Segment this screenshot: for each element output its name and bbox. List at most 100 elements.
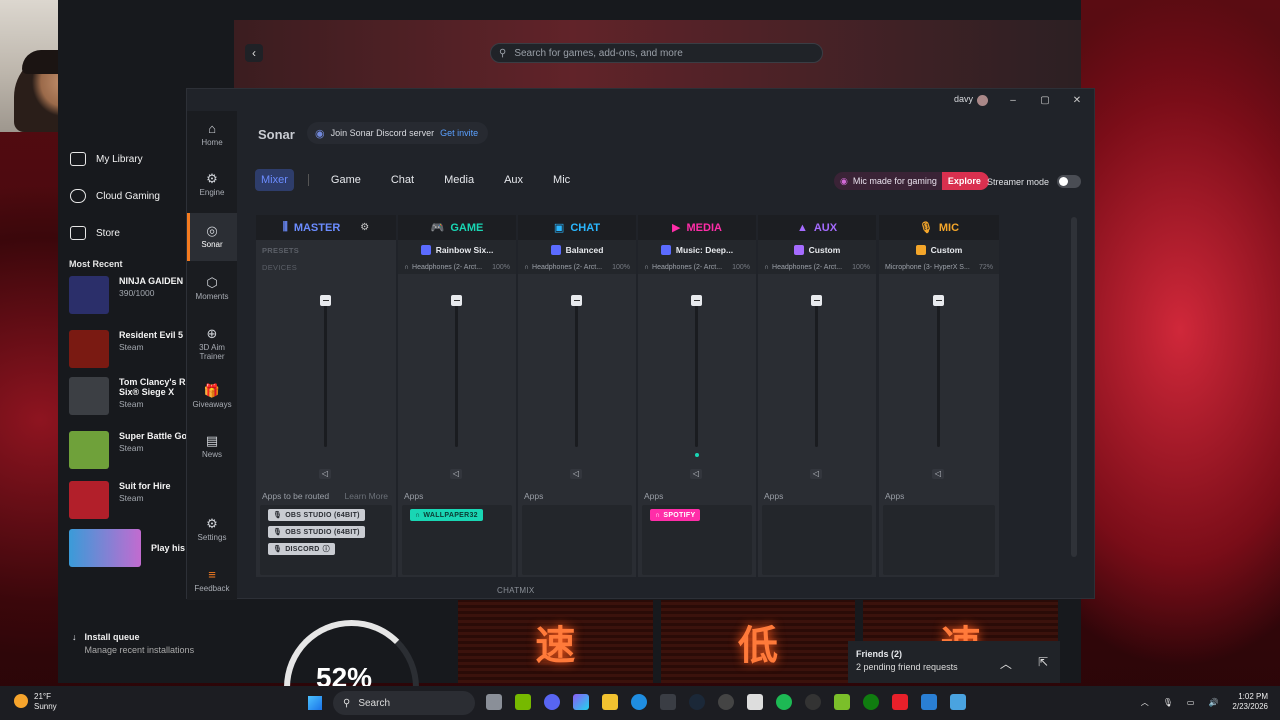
- tab-chat[interactable]: Chat: [385, 169, 420, 191]
- mic-promo-banner[interactable]: ◉ Mic made for gaming Explore: [834, 172, 989, 190]
- tab-mic[interactable]: Mic: [547, 169, 576, 191]
- install-queue[interactable]: ↓ Install queue Manage recent installatio…: [72, 632, 194, 655]
- tab-game[interactable]: Game: [325, 169, 367, 191]
- nav-moments[interactable]: ⬡ Moments: [187, 265, 237, 313]
- get-invite-link[interactable]: Get invite: [440, 128, 478, 138]
- nav-aim-trainer[interactable]: ⊕ 3D Aim Trainer: [187, 317, 237, 371]
- edge-icon[interactable]: [631, 694, 647, 710]
- recent-game[interactable]: Tom Clancy's R Six® Siege X Steam: [69, 377, 189, 415]
- app-icon[interactable]: [921, 694, 937, 710]
- nav-cloud-gaming[interactable]: Cloud Gaming: [70, 189, 160, 203]
- preset-selector[interactable]: Music: Deep...: [638, 240, 756, 260]
- mute-speaker-icon[interactable]: ◁: [810, 469, 822, 479]
- app-icon[interactable]: [834, 694, 850, 710]
- windows-start-icon[interactable]: [308, 696, 322, 710]
- volume-slider-handle[interactable]: [691, 295, 702, 306]
- task-view-icon[interactable]: [486, 694, 502, 710]
- volume-slider-handle[interactable]: [571, 295, 582, 306]
- master-settings-gear-icon[interactable]: ⚙: [360, 222, 369, 233]
- nav-engine[interactable]: ⚙ Engine: [187, 161, 237, 209]
- scrollbar[interactable]: [1071, 217, 1077, 557]
- streamer-mode-toggle[interactable]: [1057, 175, 1082, 188]
- steelseries-icon[interactable]: [747, 694, 763, 710]
- 4k-video-icon[interactable]: [805, 694, 821, 710]
- app-chip[interactable]: 🎙 OBS STUDIO (64BIT): [268, 526, 365, 538]
- volume-track[interactable]: [324, 301, 327, 447]
- weather-widget[interactable]: 21°F Sunny: [14, 692, 57, 711]
- tab-aux[interactable]: Aux: [498, 169, 529, 191]
- recent-game[interactable]: Suit for Hire Steam: [69, 481, 171, 519]
- recent-game[interactable]: NINJA GAIDEN 390/1000: [69, 276, 183, 314]
- volume-slider-handle[interactable]: [933, 295, 944, 306]
- volume-track[interactable]: [815, 301, 818, 447]
- mute-speaker-icon[interactable]: ◁: [690, 469, 702, 479]
- chevron-up-icon[interactable]: ︿: [1000, 655, 1012, 672]
- recent-game[interactable]: Super Battle Go Steam: [69, 431, 187, 469]
- taskbar-search[interactable]: ⚲ Search: [333, 691, 475, 715]
- app-chip[interactable]: 🎙 OBS STUDIO (64BIT): [268, 509, 365, 521]
- mute-speaker-icon[interactable]: ◁: [570, 469, 582, 479]
- popout-icon[interactable]: ⇱: [1038, 655, 1048, 672]
- volume-track[interactable]: [575, 301, 578, 447]
- volume-slider-handle[interactable]: [811, 295, 822, 306]
- nav-giveaways[interactable]: 🎁 Giveaways: [187, 373, 237, 421]
- friends-panel[interactable]: Friends (2) 2 pending friend requests ︿ ⇱: [848, 641, 1060, 683]
- nav-store[interactable]: Store: [70, 226, 120, 240]
- nav-sonar[interactable]: ◎ Sonar: [187, 213, 237, 261]
- tab-mixer[interactable]: Mixer: [255, 169, 294, 191]
- device-selector[interactable]: ∩ Headphones (2- Arct... 100%: [638, 260, 756, 274]
- nav-home[interactable]: ⌂ Home: [187, 111, 237, 159]
- preset-selector[interactable]: Balanced: [518, 240, 636, 260]
- clock[interactable]: 1:02 PM 2/23/2026: [1232, 692, 1268, 713]
- recent-game[interactable]: Resident Evil 5 Steam: [69, 330, 183, 368]
- volume-icon[interactable]: 🔊: [1208, 698, 1218, 707]
- apps-drop-zone[interactable]: [762, 505, 872, 575]
- featured-tile[interactable]: 速: [458, 600, 653, 683]
- maximize-button[interactable]: ▢: [1038, 95, 1052, 106]
- nav-feedback[interactable]: ≡ Feedback: [187, 557, 237, 605]
- preset-selector[interactable]: Custom: [758, 240, 876, 260]
- app-chip[interactable]: ∩ WALLPAPER32: [410, 509, 483, 521]
- volume-track[interactable]: [695, 301, 698, 447]
- store-search-input[interactable]: ⚲ Search for games, add-ons, and more: [490, 43, 823, 63]
- minimize-button[interactable]: –: [1006, 95, 1020, 106]
- apps-drop-zone[interactable]: ∩ WALLPAPER32: [402, 505, 512, 575]
- nvidia-icon[interactable]: [515, 694, 531, 710]
- device-selector[interactable]: ∩ Headphones (2- Arct... 100%: [398, 260, 516, 274]
- nav-settings[interactable]: ⚙ Settings: [187, 506, 237, 554]
- microphone-icon[interactable]: 🎙: [1163, 698, 1173, 707]
- back-button[interactable]: ‹: [245, 44, 263, 62]
- device-selector[interactable]: ∩ Headphones (2- Arct... 100%: [758, 260, 876, 274]
- network-icon[interactable]: ▭: [1187, 698, 1195, 707]
- volume-slider-handle[interactable]: [320, 295, 331, 306]
- store-icon[interactable]: [660, 694, 676, 710]
- app-chip[interactable]: 🎙 DISCORD ⓘ: [268, 543, 335, 555]
- volume-track[interactable]: [937, 301, 940, 447]
- steam-icon[interactable]: [689, 694, 705, 710]
- recent-game[interactable]: Play his: [69, 529, 185, 567]
- nav-my-library[interactable]: My Library: [70, 152, 143, 166]
- discord-banner[interactable]: ◉ Join Sonar Discord server Get invite: [307, 122, 489, 144]
- volume-track[interactable]: [455, 301, 458, 447]
- msi-icon[interactable]: [892, 694, 908, 710]
- user-menu[interactable]: davy: [954, 94, 988, 106]
- xbox-icon[interactable]: [863, 694, 879, 710]
- apps-drop-zone[interactable]: [522, 505, 632, 575]
- explore-button[interactable]: Explore: [941, 172, 989, 190]
- apps-drop-zone[interactable]: ∩ SPOTIFY: [642, 505, 752, 575]
- app-chip[interactable]: ∩ SPOTIFY: [650, 509, 701, 521]
- app-icon[interactable]: [950, 694, 966, 710]
- nav-news[interactable]: ▤ News: [187, 423, 237, 471]
- spotify-icon[interactable]: [776, 694, 792, 710]
- file-explorer-icon[interactable]: [602, 694, 618, 710]
- device-selector[interactable]: ∩ Headphones (2- Arct... 100%: [518, 260, 636, 274]
- copilot-icon[interactable]: [573, 694, 589, 710]
- device-selector[interactable]: Microphone (3- HyperX S... 72%: [879, 260, 999, 274]
- mute-speaker-icon[interactable]: ◁: [319, 469, 331, 479]
- chevron-up-icon[interactable]: ︿: [1141, 697, 1149, 708]
- apps-drop-zone[interactable]: 🎙 OBS STUDIO (64BIT) 🎙 OBS STUDIO (64BIT) …: [260, 505, 392, 575]
- volume-slider-handle[interactable]: [451, 295, 462, 306]
- featured-tile[interactable]: 低: [660, 600, 856, 683]
- preset-selector[interactable]: Rainbow Six...: [398, 240, 516, 260]
- discord-icon[interactable]: [544, 694, 560, 710]
